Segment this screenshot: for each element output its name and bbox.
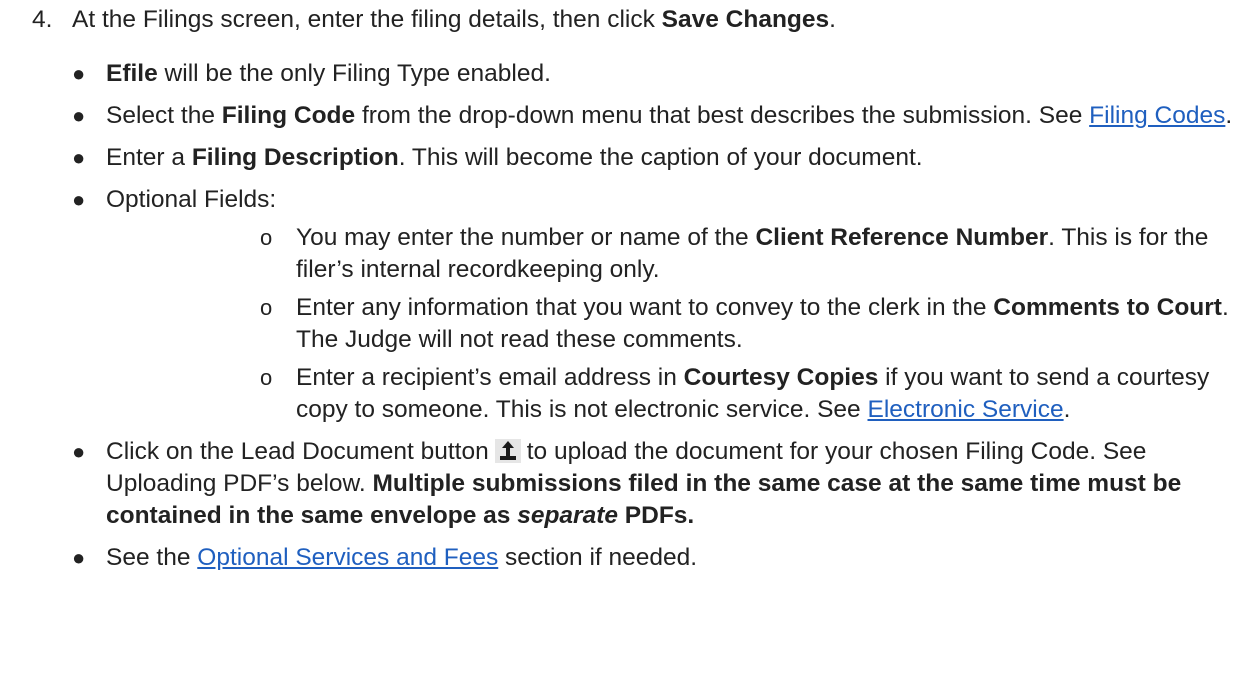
document-page: 4. At the Filings screen, enter the fili… [0, 0, 1260, 687]
step-instruction: At the Filings screen, enter the filing … [72, 4, 836, 36]
bullet-text: . This will become the caption of your d… [398, 144, 923, 171]
bullet-icon: ● [72, 145, 86, 170]
bullet-optional-fields: ● Optional Fields: o You may enter the n… [72, 184, 1252, 426]
filing-codes-link[interactable]: Filing Codes [1089, 102, 1225, 129]
bullet-icon: ● [72, 187, 86, 212]
circle-bullet-icon: o [260, 295, 273, 320]
bullet-text: Enter a [106, 144, 192, 171]
sub-text: You may enter the number or name of the [296, 224, 756, 251]
bullet-icon: ● [72, 545, 86, 570]
bullet-text: from the drop-down menu that best descri… [355, 102, 1090, 129]
optional-services-link[interactable]: Optional Services and Fees [197, 544, 498, 571]
comments-label: Comments to Court [993, 294, 1222, 321]
sub-text: Enter any information that you want to c… [296, 294, 994, 321]
step-text-after: . [829, 6, 836, 33]
bullet-filing-description: ● Enter a Filing Description. This will … [72, 142, 1252, 174]
optional-fields-label: Optional Fields: [106, 186, 277, 213]
bullet-text: Click on the Lead Document button [106, 438, 489, 465]
circle-bullet-icon: o [260, 365, 273, 390]
bullet-icon: ● [72, 61, 86, 86]
bullet-text: section if needed. [498, 544, 698, 571]
optional-fields-list: o You may enter the number or name of th… [106, 222, 1252, 426]
bullet-text: Select the [106, 102, 222, 129]
sub-text: . [1063, 396, 1071, 423]
sub-text: Enter a recipient’s email address in [296, 364, 684, 391]
sub-item-courtesy-copies: o Enter a recipient’s email address in C… [260, 362, 1252, 426]
sub-item-client-reference: o You may enter the number or name of th… [260, 222, 1252, 286]
client-reference-label: Client Reference Number [755, 224, 1049, 251]
courtesy-copies-label: Courtesy Copies [683, 364, 879, 391]
circle-bullet-icon: o [260, 225, 273, 250]
bullet-text: will be the only Filing Type enabled. [157, 60, 551, 87]
bullet-icon: ● [72, 103, 86, 128]
bullet-text: See the [106, 544, 198, 571]
save-changes-label: Save Changes [661, 6, 830, 33]
sub-item-comments: o Enter any information that you want to… [260, 292, 1252, 356]
bullet-text: . [1225, 102, 1233, 129]
efile-label: Efile [106, 60, 158, 87]
upload-icon[interactable] [494, 439, 521, 463]
step-text-before: At the Filings screen, enter the filing … [72, 6, 662, 33]
bullet-lead-document: ● Click on the Lead Document button to up… [72, 436, 1252, 532]
separate-emphasis: separate [517, 502, 618, 529]
envelope-note-end: PDFs. [618, 502, 695, 529]
step-number: 4. [32, 6, 53, 33]
bullet-icon: ● [72, 439, 86, 464]
electronic-service-link[interactable]: Electronic Service [868, 396, 1064, 423]
filing-description-label: Filing Description [191, 144, 399, 171]
bullet-filing-code: ● Select the Filing Code from the drop-d… [72, 100, 1252, 132]
filing-code-label: Filing Code [221, 102, 356, 129]
bullet-list: ● Efile will be the only Filing Type ena… [72, 58, 1252, 584]
bullet-optional-services: ● See the Optional Services and Fees sec… [72, 542, 1252, 574]
bullet-efile: ● Efile will be the only Filing Type ena… [72, 58, 1252, 90]
